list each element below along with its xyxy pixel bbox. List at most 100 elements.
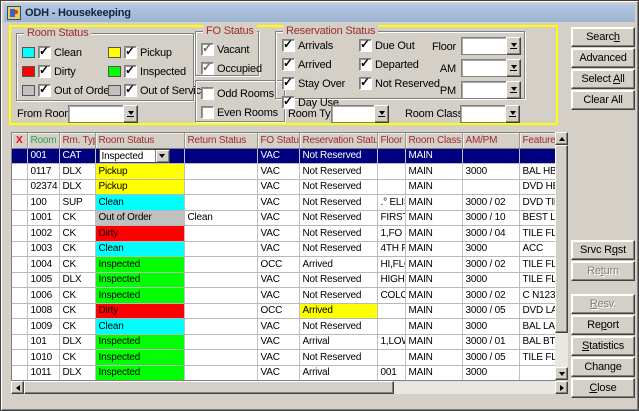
cell-status: Out of Order <box>95 210 184 226</box>
column-header-am-pm[interactable]: AM/PM <box>462 133 519 148</box>
table-row-1009[interactable]: 1009CKCleanVACNot ReservedMAIN3000BAL LA… <box>12 319 555 335</box>
checkbox-vacant[interactable]: ✓ <box>201 43 214 56</box>
statistics-button[interactable]: Statistics <box>571 336 635 356</box>
cell-reservation-status: Not Reserved <box>299 195 377 211</box>
h-scroll-thumb[interactable] <box>24 381 394 394</box>
checkbox-occupied[interactable]: ✓ <box>201 62 214 75</box>
am-input[interactable] <box>461 59 506 77</box>
cell-type: DLX <box>59 272 95 288</box>
column-header-x[interactable]: X <box>12 133 27 148</box>
label-vacant: Vacant <box>217 44 249 56</box>
cell-ampm <box>462 179 519 195</box>
table-row-001[interactable]: 001CATInspectedVACNot ReservedMAIN <box>12 148 555 164</box>
dropdown-arrow-icon <box>511 65 517 69</box>
checkbox-even-rooms[interactable] <box>201 106 214 119</box>
table-row-1004[interactable]: 1004CKInspectedOCCArrivedHI,FLOMAIN3000 … <box>12 257 555 273</box>
table-row-1008[interactable]: 1008CKDirtyOCCArrivedMAIN3000 / 05DVD LA… <box>12 303 555 319</box>
from-room-input[interactable] <box>68 105 123 123</box>
table-row-02374[interactable]: 02374DLXPickupVACNot ReservedMAINDVD HB <box>12 179 555 195</box>
room-status-cell-combo[interactable]: Inspected <box>99 149 170 163</box>
table-row-1006[interactable]: 1006CKInspectedVACNot ReservedCOLOMAIN30… <box>12 288 555 304</box>
scroll-left-button[interactable] <box>11 381 24 394</box>
advanced-button[interactable]: Advanced <box>571 48 635 68</box>
column-header-fo-status[interactable]: FO Status <box>257 133 299 148</box>
table-row-100[interactable]: 100SUPCleanVACNot Reserved.° ELISMAIN300… <box>12 195 555 211</box>
scroll-down-button[interactable] <box>555 367 568 380</box>
table-row-1002[interactable]: 1002CKDirtyVACNot Reserved1,FOMAIN3000 /… <box>12 226 555 242</box>
select-all-button[interactable]: Select All <box>571 69 635 89</box>
from-room-dropdown-button[interactable] <box>123 105 138 123</box>
checkbox-departed[interactable]: ✓ <box>359 58 372 71</box>
column-header-reservation-status[interactable]: Reservation Status <box>299 133 377 148</box>
change-button[interactable]: Change <box>571 357 635 377</box>
checkbox-out-of-service[interactable]: ✓ <box>124 84 137 97</box>
srvc-rqst-button[interactable]: Srvc Rqst <box>571 240 635 260</box>
table-row-1003[interactable]: 1003CKCleanVACNot Reserved4TH FMAIN3000A… <box>12 241 555 257</box>
room-class-dropdown-button[interactable] <box>505 105 520 123</box>
close-button[interactable]: Close <box>571 378 635 398</box>
filter-item-occupied: ✓Occupied <box>201 59 262 78</box>
checkbox-out-of-order[interactable]: ✓ <box>38 84 51 97</box>
cell-fo-status: VAC <box>257 272 299 288</box>
checkbox-pickup[interactable]: ✓ <box>124 46 137 59</box>
filter-item-odd-rooms: Odd Rooms <box>201 84 278 103</box>
checkbox-stay-over[interactable]: ✓ <box>282 77 295 90</box>
resv-button[interactable]: Resv. <box>571 294 635 314</box>
column-header-return-status[interactable]: Return Status <box>184 133 257 148</box>
column-header-rm-type[interactable]: Rm. Type <box>59 133 95 148</box>
scroll-up-button[interactable] <box>555 132 568 145</box>
cell-return-status <box>184 257 257 273</box>
cell-features: TILE FLO <box>519 350 555 366</box>
cell-ind <box>12 179 27 195</box>
column-header-features[interactable]: Features <box>519 133 555 148</box>
cell-floor: FIRST <box>377 210 405 226</box>
cell-type: CK <box>59 350 95 366</box>
cell-room: 1011 <box>27 365 59 381</box>
checkbox-dirty[interactable]: ✓ <box>38 65 51 78</box>
table-row-1010[interactable]: 1010CKInspectedVACNot ReservedMAIN3000 /… <box>12 350 555 366</box>
checkbox-due-out[interactable]: ✓ <box>359 39 372 52</box>
checkbox-arrived[interactable]: ✓ <box>282 58 295 71</box>
room-type-dropdown-button[interactable] <box>374 105 389 123</box>
title-bar[interactable]: ODH - Housekeeping <box>4 4 635 22</box>
column-header-room-class[interactable]: Room Class <box>405 133 462 148</box>
floor-input[interactable] <box>461 37 506 55</box>
pm-input[interactable] <box>461 81 506 99</box>
cell-reservation-status: Not Reserved <box>299 288 377 304</box>
clear-all-button[interactable]: Clear All <box>571 90 635 110</box>
checkbox-odd-rooms[interactable] <box>201 87 214 100</box>
table-row-1001[interactable]: 1001CKOut of OrderCleanVACNot ReservedFI… <box>12 210 555 226</box>
floor-dropdown-button[interactable] <box>506 37 521 55</box>
cell-features: C N123 <box>519 288 555 304</box>
search-button[interactable]: Search <box>571 27 635 47</box>
cell-room-class: MAIN <box>405 179 462 195</box>
column-header-room-status[interactable]: Room Status <box>95 133 184 148</box>
v-scroll-thumb[interactable] <box>555 145 568 333</box>
cell-status: Inspected <box>95 272 184 288</box>
cell-features: DVD TIL <box>519 195 555 211</box>
checkbox-inspected[interactable]: ✓ <box>124 65 137 78</box>
am-dropdown-button[interactable] <box>506 59 521 77</box>
room-class-input[interactable] <box>460 105 505 123</box>
checkbox-clean[interactable]: ✓ <box>38 46 51 59</box>
pm-dropdown-button[interactable] <box>506 81 521 99</box>
return-button[interactable]: Return <box>571 261 635 281</box>
table-row-1011[interactable]: 1011DLXInspectedVACArrival001MAIN3000 <box>12 365 555 381</box>
cell-floor <box>377 303 405 319</box>
report-button[interactable]: Report <box>571 315 635 335</box>
table-row-1005[interactable]: 1005DLXInspectedVACNot ReservedHIGHMAIN3… <box>12 272 555 288</box>
cell-floor: 1,LOW <box>377 334 405 350</box>
column-header-floor[interactable]: Floor <box>377 133 405 148</box>
scroll-right-button[interactable] <box>555 381 568 394</box>
room-type-input[interactable] <box>331 105 374 123</box>
checkbox-not-reserved[interactable]: ✓ <box>359 77 372 90</box>
cell-ind <box>12 164 27 180</box>
checkbox-arrivals[interactable]: ✓ <box>282 39 295 52</box>
table-row-101[interactable]: 101DLXInspectedVACArrival1,LOWMAIN3000 /… <box>12 334 555 350</box>
table-row-0117[interactable]: 0117DLXPickupVACNot ReservedMAIN3000BAL … <box>12 164 555 180</box>
column-header-room[interactable]: Room <box>27 133 59 148</box>
pm-combo <box>461 81 521 99</box>
cell-room: 1004 <box>27 257 59 273</box>
room-status-combo-dropdown-button[interactable] <box>155 150 169 162</box>
cell-room-class: MAIN <box>405 350 462 366</box>
